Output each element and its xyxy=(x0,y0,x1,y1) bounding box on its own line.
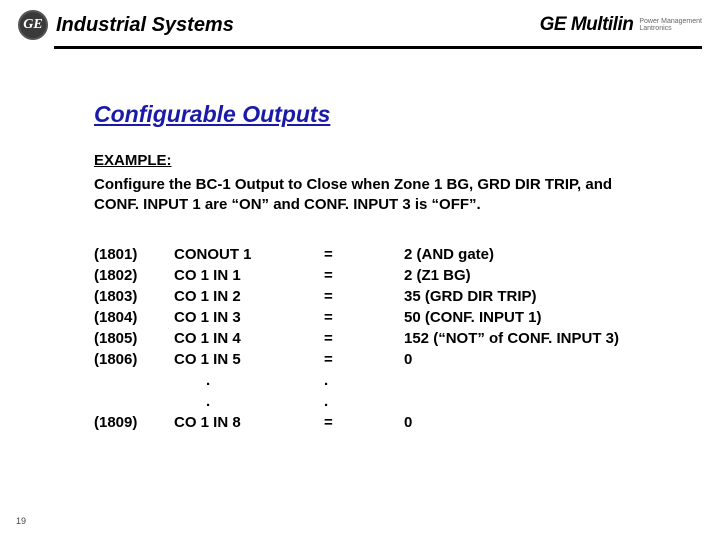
cell-name: . xyxy=(174,391,324,412)
cell-name: . xyxy=(174,370,324,391)
table-row: (1801) CONOUT 1 = 2 (AND gate) xyxy=(94,244,619,265)
cell-eq: = xyxy=(324,412,404,433)
header-left: GE Industrial Systems xyxy=(18,10,234,40)
table-row: (1804) CO 1 IN 3 = 50 (CONF. INPUT 1) xyxy=(94,307,619,328)
cell-eq: = xyxy=(324,328,404,349)
cell-val: 152 (“NOT” of CONF. INPUT 3) xyxy=(404,328,619,349)
page-number: 19 xyxy=(16,516,26,526)
table-row: (1802) CO 1 IN 1 = 2 (Z1 BG) xyxy=(94,265,619,286)
brand-sub-1: Power Management xyxy=(639,18,702,25)
cell-eq: = xyxy=(324,349,404,370)
cell-name: CO 1 IN 3 xyxy=(174,307,324,328)
cell-eq: . xyxy=(324,370,404,391)
table-row: . . xyxy=(94,370,619,391)
cell-val xyxy=(404,391,619,412)
cell-val: 2 (AND gate) xyxy=(404,244,619,265)
cell-addr: (1805) xyxy=(94,328,174,349)
cell-val: 0 xyxy=(404,349,619,370)
cell-eq: = xyxy=(324,244,404,265)
brand-sub: Power Management Lantronics xyxy=(639,18,702,32)
header-title: Industrial Systems xyxy=(56,14,234,37)
cell-eq: = xyxy=(324,265,404,286)
table-row: (1803) CO 1 IN 2 = 35 (GRD DIR TRIP) xyxy=(94,286,619,307)
cell-name: CONOUT 1 xyxy=(174,244,324,265)
brand-sub-2: Lantronics xyxy=(639,25,702,32)
table-row: . . xyxy=(94,391,619,412)
example-label: EXAMPLE: xyxy=(94,152,720,169)
cell-name: CO 1 IN 2 xyxy=(174,286,324,307)
cell-eq: . xyxy=(324,391,404,412)
table-row: (1809) CO 1 IN 8 = 0 xyxy=(94,412,619,433)
cell-name: CO 1 IN 4 xyxy=(174,328,324,349)
brand-block: GE Multilin Power Management Lantronics xyxy=(540,14,702,36)
config-table: (1801) CONOUT 1 = 2 (AND gate) (1802) CO… xyxy=(94,244,619,433)
slide-title: Configurable Outputs xyxy=(94,101,720,128)
table-row: (1805) CO 1 IN 4 = 152 (“NOT” of CONF. I… xyxy=(94,328,619,349)
cell-name: CO 1 IN 5 xyxy=(174,349,324,370)
brand-main: GE Multilin xyxy=(540,14,634,36)
cell-eq: = xyxy=(324,307,404,328)
slide-header: GE Industrial Systems GE Multilin Power … xyxy=(0,0,720,40)
cell-val: 2 (Z1 BG) xyxy=(404,265,619,286)
cell-addr: (1806) xyxy=(94,349,174,370)
cell-addr: (1804) xyxy=(94,307,174,328)
cell-name: CO 1 IN 1 xyxy=(174,265,324,286)
ge-logo-icon: GE xyxy=(18,10,48,40)
cell-addr: (1809) xyxy=(94,412,174,433)
cell-val xyxy=(404,370,619,391)
cell-addr xyxy=(94,391,174,412)
cell-addr xyxy=(94,370,174,391)
cell-addr: (1803) xyxy=(94,286,174,307)
cell-name: CO 1 IN 8 xyxy=(174,412,324,433)
example-text: Configure the BC-1 Output to Close when … xyxy=(94,175,634,216)
table-row: (1806) CO 1 IN 5 = 0 xyxy=(94,349,619,370)
cell-val: 0 xyxy=(404,412,619,433)
cell-addr: (1801) xyxy=(94,244,174,265)
cell-val: 50 (CONF. INPUT 1) xyxy=(404,307,619,328)
cell-addr: (1802) xyxy=(94,265,174,286)
cell-val: 35 (GRD DIR TRIP) xyxy=(404,286,619,307)
slide-content: Configurable Outputs EXAMPLE: Configure … xyxy=(0,49,720,433)
cell-eq: = xyxy=(324,286,404,307)
